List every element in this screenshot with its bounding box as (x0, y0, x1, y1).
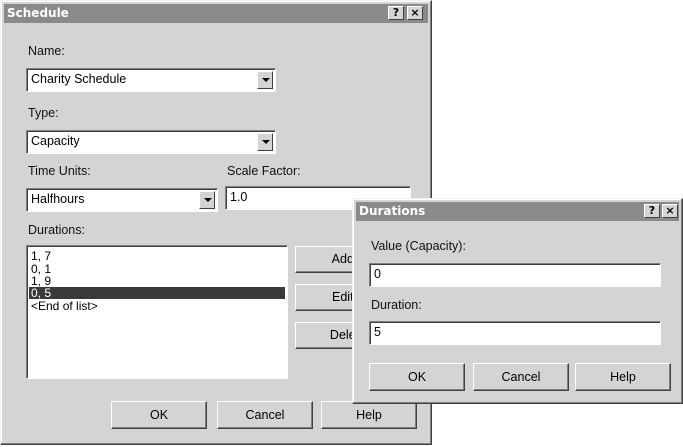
duration-field-text: 5 (374, 325, 381, 339)
durations-help-button[interactable]: Help (575, 363, 671, 391)
list-item-text: <End of list> (31, 299, 98, 313)
chevron-down-icon (262, 78, 270, 82)
durations-dialog: Durations ? × Value (Capacity): 0 Durati… (352, 198, 683, 404)
schedule-title: Schedule (7, 6, 69, 20)
time-units-label: Time Units: (28, 164, 91, 178)
time-units-value: Halfhours (31, 192, 85, 206)
duration-input[interactable]: 5 (369, 321, 661, 345)
type-label: Type: (28, 106, 59, 120)
value-field-text: 0 (374, 267, 381, 281)
scale-factor-value: 1.0 (230, 190, 248, 204)
time-units-combobox[interactable]: Halfhours (26, 188, 218, 212)
chevron-down-icon (262, 140, 270, 144)
list-item[interactable]: <End of list> (29, 300, 285, 312)
durations-ok-button[interactable]: OK (369, 363, 465, 391)
value-input[interactable]: 0 (369, 263, 661, 287)
schedule-ok-button[interactable]: OK (111, 401, 207, 429)
type-combobox[interactable]: Capacity (26, 130, 276, 154)
durations-listbox[interactable]: 1, 7 0, 1 1, 9 0, 5 <End of list> (26, 245, 288, 379)
list-item-text: 0, 5 (31, 286, 52, 300)
close-icon[interactable]: × (662, 204, 678, 218)
close-icon[interactable]: × (407, 6, 423, 20)
chevron-down-icon (204, 198, 212, 202)
durations-title-bar[interactable]: Durations ? × (356, 202, 679, 221)
name-dropdown-button[interactable] (257, 71, 273, 89)
durations-cancel-button[interactable]: Cancel (473, 363, 569, 391)
duration-label: Duration: (371, 298, 422, 312)
type-value: Capacity (31, 134, 80, 148)
durations-label: Durations: (28, 223, 85, 237)
name-combobox[interactable]: Charity Schedule (26, 68, 276, 92)
help-question-icon[interactable]: ? (388, 6, 404, 20)
help-question-icon[interactable]: ? (644, 204, 660, 218)
schedule-title-bar[interactable]: Schedule ? × (4, 4, 428, 23)
list-item-text: 1, 7 (31, 249, 52, 263)
list-item[interactable]: 0, 1 (29, 263, 285, 275)
name-value: Charity Schedule (31, 72, 127, 86)
durations-title: Durations (359, 204, 426, 218)
schedule-help-button[interactable]: Help (321, 401, 417, 429)
scale-factor-label: Scale Factor: (227, 164, 301, 178)
type-dropdown-button[interactable] (257, 133, 273, 151)
list-item[interactable]: 1, 9 (29, 275, 285, 287)
time-units-dropdown-button[interactable] (199, 191, 215, 209)
value-label: Value (Capacity): (371, 239, 466, 253)
name-label: Name: (28, 44, 65, 58)
list-item[interactable]: 1, 7 (29, 250, 285, 262)
list-item-selected[interactable]: 0, 5 (29, 287, 285, 299)
schedule-cancel-button[interactable]: Cancel (217, 401, 313, 429)
